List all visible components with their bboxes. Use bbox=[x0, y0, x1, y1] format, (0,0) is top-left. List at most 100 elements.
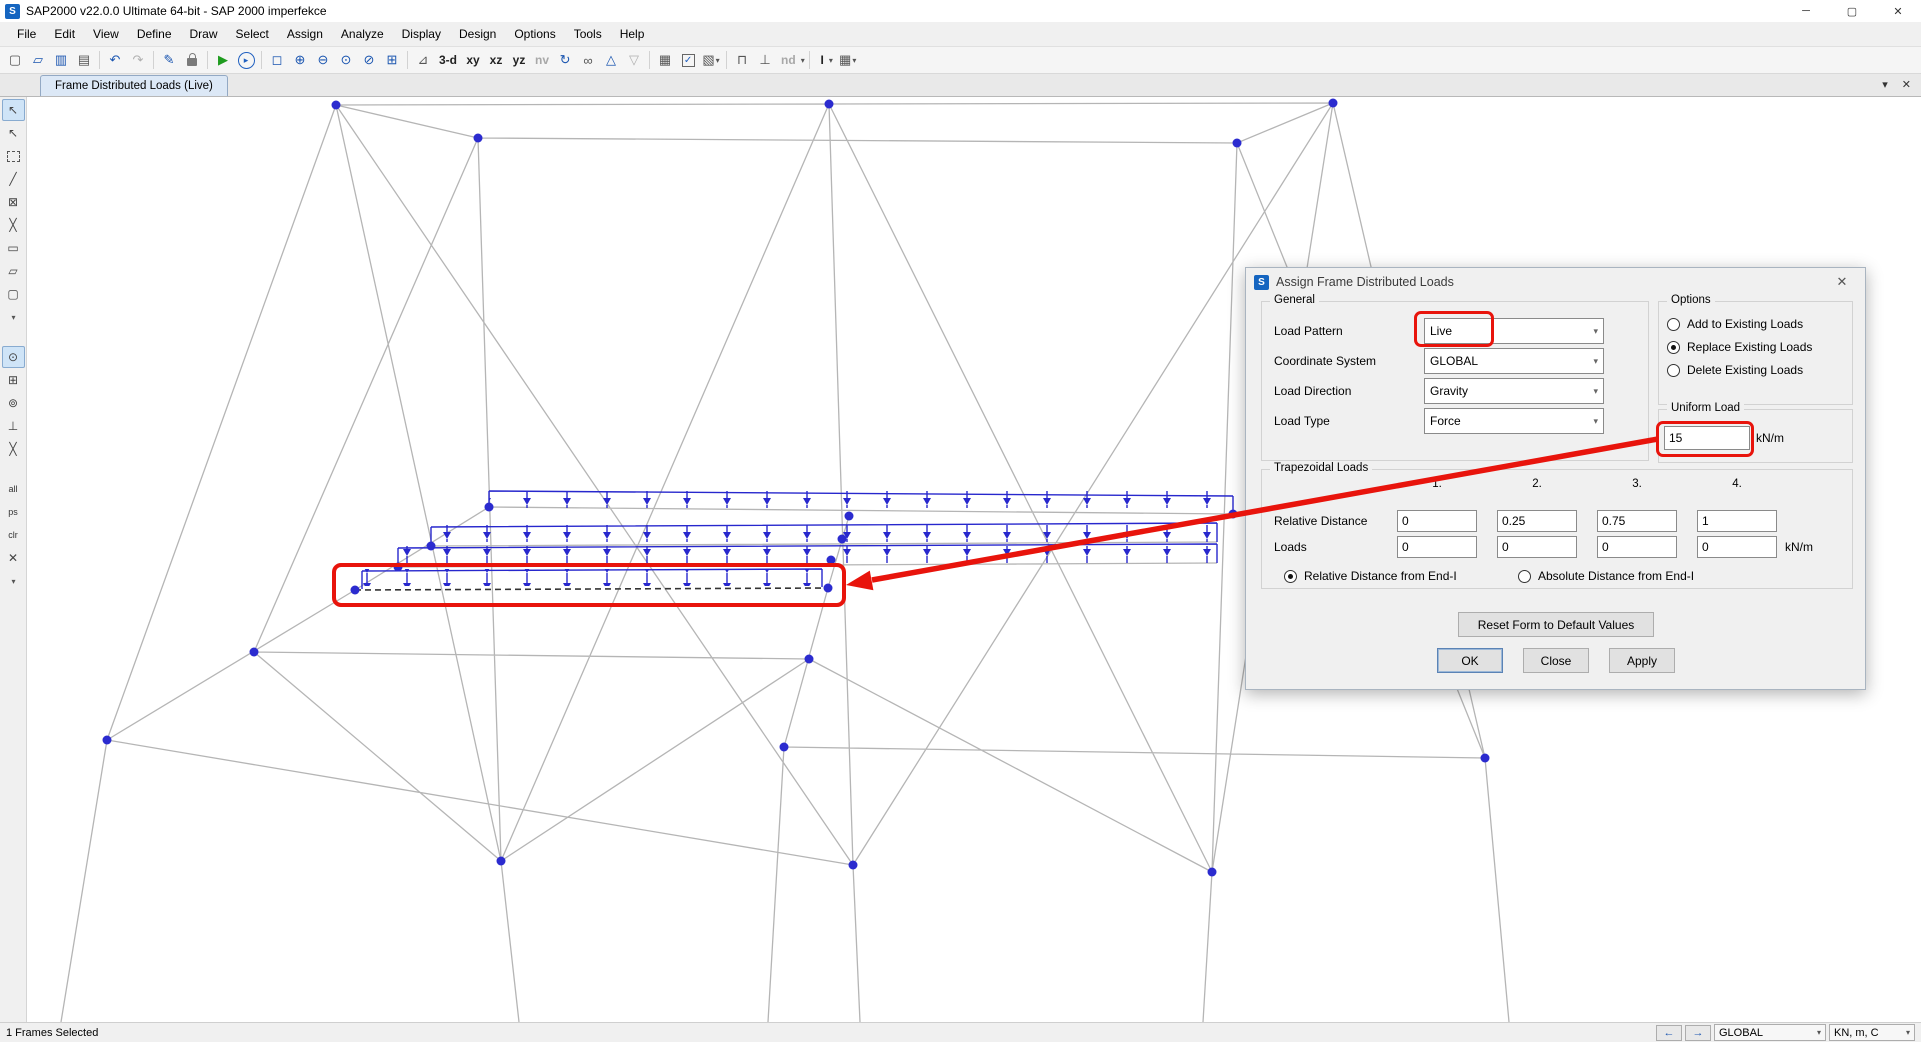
draw-frame-button[interactable]: ╱ bbox=[2, 168, 25, 190]
lock-model-button[interactable] bbox=[181, 49, 203, 71]
view-xy-button[interactable]: xy bbox=[462, 49, 484, 71]
rubber-band-zoom-button[interactable]: ◻ bbox=[266, 49, 288, 71]
trap-distance-input-2[interactable] bbox=[1497, 510, 1577, 532]
menu-options[interactable]: Options bbox=[505, 22, 564, 46]
zoom-in-button[interactable]: ⊕ bbox=[289, 49, 311, 71]
draw-poly-area-button[interactable]: ▱ bbox=[2, 260, 25, 282]
select-more-dropdown[interactable]: ▾ bbox=[2, 570, 25, 592]
open-model-button[interactable]: ▱ bbox=[27, 49, 49, 71]
tab-frame-distributed-loads[interactable]: Frame Distributed Loads (Live) bbox=[40, 75, 228, 96]
start-animation-back-button[interactable]: ← bbox=[1656, 1025, 1682, 1041]
draw-more-dropdown[interactable]: ▾ bbox=[2, 306, 25, 328]
dialog-title-bar[interactable]: S Assign Frame Distributed Loads ✕ bbox=[1246, 268, 1865, 296]
maximize-button[interactable]: ▢ bbox=[1829, 0, 1875, 22]
draw-quad-area-button[interactable]: ▭ bbox=[2, 237, 25, 259]
snap-to-midpoints-button[interactable]: ⊚ bbox=[2, 392, 25, 414]
section-designer-button[interactable]: ⊓ bbox=[731, 49, 753, 71]
menu-define[interactable]: Define bbox=[128, 22, 181, 46]
rotate-view-button[interactable]: ↻ bbox=[554, 49, 576, 71]
perspective-toggle-button[interactable]: ∞ bbox=[577, 49, 599, 71]
trap-distance-input-1[interactable] bbox=[1397, 510, 1477, 532]
load-type-select[interactable]: Force ▾ bbox=[1424, 408, 1604, 434]
view-3d-button[interactable]: 3-d bbox=[435, 49, 461, 71]
new-model-button[interactable]: ▢ bbox=[4, 49, 26, 71]
menu-view[interactable]: View bbox=[84, 22, 128, 46]
tab-close-icon[interactable]: ✕ bbox=[1902, 78, 1911, 91]
move-up-structure-button[interactable]: △ bbox=[600, 49, 622, 71]
selected-beam[interactable] bbox=[355, 588, 828, 590]
add-to-existing-loads-radio[interactable]: Add to Existing Loads bbox=[1659, 312, 1852, 335]
menu-file[interactable]: File bbox=[8, 22, 45, 46]
select-all-button[interactable]: all bbox=[2, 478, 25, 500]
nd-spectra-button[interactable]: nd▾ bbox=[777, 49, 805, 71]
rubber-band-select-button[interactable] bbox=[2, 145, 25, 167]
reshape-object-button[interactable]: ↖ bbox=[2, 122, 25, 144]
get-previous-selection-button[interactable]: ps bbox=[2, 501, 25, 523]
start-animation-forward-button[interactable]: → bbox=[1685, 1025, 1711, 1041]
reset-form-button[interactable]: Reset Form to Default Values bbox=[1458, 612, 1654, 637]
menu-tools[interactable]: Tools bbox=[565, 22, 611, 46]
pan-button[interactable]: ⊞ bbox=[381, 49, 403, 71]
delete-existing-loads-radio[interactable]: Delete Existing Loads bbox=[1659, 358, 1852, 381]
menu-design[interactable]: Design bbox=[450, 22, 505, 46]
close-dialog-button[interactable]: Close bbox=[1523, 648, 1589, 673]
apply-button[interactable]: Apply bbox=[1609, 648, 1675, 673]
display-options-button[interactable]: ▧▾ bbox=[700, 49, 722, 71]
menu-draw[interactable]: Draw bbox=[181, 22, 227, 46]
dialog-close-icon[interactable]: ✕ bbox=[1827, 274, 1857, 290]
zoom-out-button[interactable]: ⊖ bbox=[312, 49, 334, 71]
absolute-distance-radio[interactable]: Absolute Distance from End-I bbox=[1510, 564, 1702, 587]
load-pattern-select[interactable]: Live ▾ bbox=[1424, 318, 1604, 344]
snap-to-intersections-button[interactable]: ╳ bbox=[2, 438, 25, 460]
redo-button[interactable]: ↷ bbox=[127, 49, 149, 71]
trap-load-input-4[interactable] bbox=[1697, 536, 1777, 558]
undo-button[interactable]: ↶ bbox=[104, 49, 126, 71]
menu-display[interactable]: Display bbox=[393, 22, 450, 46]
trap-load-input-1[interactable] bbox=[1397, 536, 1477, 558]
snap-to-grid-button[interactable]: ⊞ bbox=[2, 369, 25, 391]
previous-zoom-button[interactable]: ⊘ bbox=[358, 49, 380, 71]
run-analysis-button[interactable]: ▶ bbox=[212, 49, 234, 71]
load-direction-select[interactable]: Gravity ▾ bbox=[1424, 378, 1604, 404]
menu-assign[interactable]: Assign bbox=[278, 22, 332, 46]
clear-selection-button[interactable]: clr bbox=[2, 524, 25, 546]
trap-load-input-3[interactable] bbox=[1597, 536, 1677, 558]
view-yz-button[interactable]: yz bbox=[508, 49, 530, 71]
minimize-button[interactable]: ─ bbox=[1783, 0, 1829, 22]
close-button[interactable]: ✕ bbox=[1875, 0, 1921, 22]
coordinate-system-select[interactable]: GLOBAL ▾ bbox=[1714, 1024, 1826, 1041]
move-down-structure-button[interactable]: ▽ bbox=[623, 49, 645, 71]
tab-list-dropdown-icon[interactable]: ▾ bbox=[1882, 78, 1888, 91]
view-xz-button[interactable]: xz bbox=[485, 49, 507, 71]
save-model-button[interactable]: ▥ bbox=[50, 49, 72, 71]
select-pointer-button[interactable]: ↖ bbox=[2, 99, 25, 121]
frame-sections-button[interactable]: I▾ bbox=[814, 49, 836, 71]
refresh-view-button[interactable]: ✎ bbox=[158, 49, 180, 71]
replace-existing-loads-radio[interactable]: Replace Existing Loads bbox=[1659, 335, 1852, 358]
ok-button[interactable]: OK bbox=[1437, 648, 1503, 673]
restore-full-view-button[interactable]: ⊙ bbox=[335, 49, 357, 71]
trap-distance-input-3[interactable] bbox=[1597, 510, 1677, 532]
print-button[interactable]: ▤ bbox=[73, 49, 95, 71]
deselect-button[interactable]: ✕ bbox=[2, 547, 25, 569]
default-3d-view-button[interactable]: ⊿ bbox=[412, 49, 434, 71]
menu-analyze[interactable]: Analyze bbox=[332, 22, 393, 46]
object-options-button[interactable]: ✓ bbox=[677, 49, 699, 71]
coordinate-system-select[interactable]: GLOBAL ▾ bbox=[1424, 348, 1604, 374]
snap-to-perpendicular-button[interactable]: ⊥ bbox=[2, 415, 25, 437]
view-nv-button[interactable]: nv bbox=[531, 49, 553, 71]
draw-special-joint-button[interactable]: ▢ bbox=[2, 283, 25, 305]
grid-options-button[interactable]: ▦▾ bbox=[837, 49, 859, 71]
joint-pattern-button[interactable]: ⊥ bbox=[754, 49, 776, 71]
units-select[interactable]: KN, m, C ▾ bbox=[1829, 1024, 1915, 1041]
quick-draw-frame-button[interactable]: ⊠ bbox=[2, 191, 25, 213]
trap-distance-input-4[interactable] bbox=[1697, 510, 1777, 532]
quick-draw-braces-button[interactable]: ╳ bbox=[2, 214, 25, 236]
snap-to-joints-button[interactable]: ⊙ bbox=[2, 346, 25, 368]
shrink-objects-button[interactable]: ▦ bbox=[654, 49, 676, 71]
menu-select[interactable]: Select bbox=[227, 22, 278, 46]
menu-help[interactable]: Help bbox=[611, 22, 654, 46]
uniform-load-input[interactable] bbox=[1664, 426, 1750, 450]
menu-edit[interactable]: Edit bbox=[45, 22, 84, 46]
trap-load-input-2[interactable] bbox=[1497, 536, 1577, 558]
